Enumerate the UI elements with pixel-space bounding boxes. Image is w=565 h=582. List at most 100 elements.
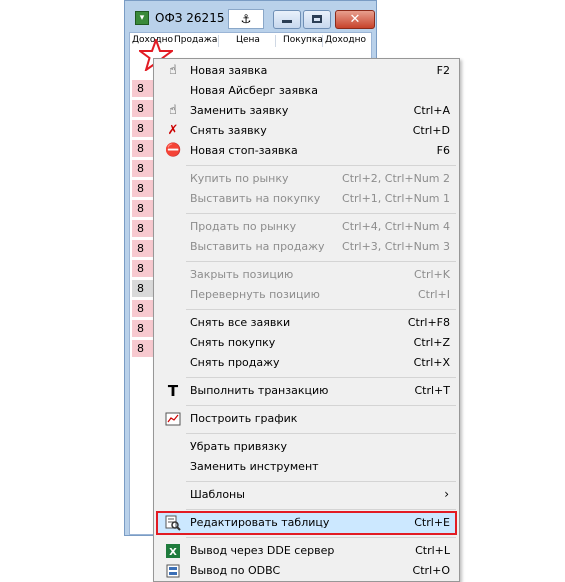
menu-item-templates[interactable]: Шаблоны › [156, 485, 457, 505]
table-row[interactable]: 8 [132, 120, 154, 138]
menu-item-shortcut: F2 [436, 64, 450, 77]
menu-item-label: Выставить на покупку [190, 192, 321, 205]
menu-item-label: Перевернуть позицию [190, 288, 320, 301]
menu-item-edit-table[interactable]: Редактировать таблицу Ctrl+E [156, 513, 457, 533]
menu-item-label: Редактировать таблицу [190, 516, 330, 529]
menu-separator [186, 377, 456, 378]
menu-item-shortcut: Ctrl+I [417, 288, 450, 301]
table-row[interactable]: 8 [132, 320, 154, 338]
table-row[interactable]: 8 [132, 300, 154, 318]
menu-item-label: Снять продажу [190, 356, 280, 369]
menu-item-shortcut: Ctrl+4, Ctrl+Num 4 [342, 220, 450, 233]
menu-item-cancel-all-orders[interactable]: Снять все заявки Ctrl+F8 [156, 313, 457, 333]
menu-separator [186, 213, 456, 214]
close-button[interactable]: ✕ [335, 10, 375, 29]
menu-item-label: Новая стоп-заявка [190, 144, 298, 157]
menu-item-shortcut: Ctrl+E [414, 516, 450, 529]
menu-separator [186, 405, 456, 406]
menu-separator [186, 261, 456, 262]
menu-item-shortcut: Ctrl+L [415, 544, 450, 557]
table-row[interactable]: 8 [132, 100, 154, 118]
menu-item-new-order[interactable]: ☝ Новая заявка F2 [156, 61, 457, 81]
anchor-icon: ⚓ [240, 12, 252, 26]
menu-item-place-sell[interactable]: Выставить на продажу Ctrl+3, Ctrl+Num 3 [156, 237, 457, 257]
transaction-t-icon: T [167, 382, 179, 400]
menu-item-shortcut: Ctrl+A [413, 104, 450, 117]
menu-item-new-iceberg-order[interactable]: Новая Айсберг заявка [156, 81, 457, 101]
menu-item-place-buy[interactable]: Выставить на покупку Ctrl+1, Ctrl+Num 1 [156, 189, 457, 209]
table-row[interactable]: 8 [132, 80, 154, 98]
menu-item-label: Построить график [190, 412, 298, 425]
menu-item-shortcut: Ctrl+X [413, 356, 450, 369]
stop-hand-icon: ⛔ [165, 143, 182, 158]
cancel-hand-icon: ✗ [167, 123, 179, 138]
menu-item-label: Заменить заявку [190, 104, 289, 117]
table-row[interactable]: 8 [132, 260, 154, 278]
menu-item-remove-link[interactable]: Убрать привязку [156, 437, 457, 457]
column-header-sell[interactable]: Продажа [174, 35, 217, 45]
menu-item-cancel-buy[interactable]: Снять покупку Ctrl+Z [156, 333, 457, 353]
menu-item-label: Продать по рынку [190, 220, 297, 233]
menu-item-shortcut: Ctrl+1, Ctrl+Num 1 [342, 192, 450, 205]
minimize-button[interactable] [273, 10, 301, 29]
table-row[interactable]: 8 [132, 200, 154, 218]
menu-item-sell-market[interactable]: Продать по рынку Ctrl+4, Ctrl+Num 4 [156, 217, 457, 237]
menu-item-shortcut: F6 [436, 144, 450, 157]
menu-item-build-chart[interactable]: Построить график [156, 409, 457, 429]
menu-item-shortcut: Ctrl+2, Ctrl+Num 2 [342, 172, 450, 185]
menu-item-dde-export[interactable]: X Вывод через DDE сервер Ctrl+L [156, 541, 457, 561]
table-row[interactable]: 8 [132, 180, 154, 198]
column-header-price[interactable]: Цена [236, 35, 260, 45]
menu-separator [186, 537, 456, 538]
menu-item-buy-market[interactable]: Купить по рынку Ctrl+2, Ctrl+Num 2 [156, 169, 457, 189]
table-row[interactable]: 8 [132, 220, 154, 238]
menu-item-label: Убрать привязку [190, 440, 288, 453]
menu-item-reverse-position[interactable]: Перевернуть позицию Ctrl+I [156, 285, 457, 305]
chart-icon [165, 412, 181, 426]
column-header-yield-ask[interactable]: Доходно [325, 35, 366, 45]
menu-item-shortcut: Ctrl+O [412, 564, 450, 577]
menu-item-shortcut: Ctrl+Z [413, 336, 450, 349]
maximize-icon [312, 15, 322, 23]
close-icon: ✕ [349, 12, 361, 27]
menu-item-label: Снять покупку [190, 336, 276, 349]
menu-item-shortcut: Ctrl+K [413, 268, 450, 281]
menu-item-replace-order[interactable]: ☝ Заменить заявку Ctrl+A [156, 101, 457, 121]
menu-item-execute-transaction[interactable]: T Выполнить транзакцию Ctrl+T [156, 381, 457, 401]
menu-item-close-position[interactable]: Закрыть позицию Ctrl+K [156, 265, 457, 285]
submenu-arrow-icon: › [444, 487, 449, 501]
table-row[interactable]: 8 [132, 340, 154, 358]
menu-separator [186, 433, 456, 434]
menu-item-label: Новая заявка [190, 64, 268, 77]
menu-item-replace-instrument[interactable]: Заменить инструмент [156, 457, 457, 477]
table-row-current[interactable]: 8 [132, 280, 154, 298]
menu-item-new-stop-order[interactable]: ⛔ Новая стоп-заявка F6 [156, 141, 457, 161]
column-separator [322, 35, 323, 47]
menu-item-cancel-sell[interactable]: Снять продажу Ctrl+X [156, 353, 457, 373]
menu-item-label: Вывод по ODBC [190, 564, 281, 577]
menu-separator [186, 309, 456, 310]
hand-icon: ☝ [169, 63, 177, 78]
menu-item-label: Снять заявку [190, 124, 267, 137]
minimize-icon [282, 20, 292, 23]
maximize-button[interactable] [303, 10, 331, 29]
menu-item-label: Выполнить транзакцию [190, 384, 329, 397]
anchor-button[interactable]: ⚓ [228, 9, 264, 29]
column-header-buy[interactable]: Покупка [283, 35, 323, 45]
menu-item-cancel-order[interactable]: ✗ Снять заявку Ctrl+D [156, 121, 457, 141]
menu-item-label: Снять все заявки [190, 316, 291, 329]
menu-item-label: Закрыть позицию [190, 268, 294, 281]
menu-item-label: Заменить инструмент [190, 460, 319, 473]
database-icon [166, 564, 180, 578]
table-row[interactable]: 8 [132, 160, 154, 178]
menu-item-label: Выставить на продажу [190, 240, 325, 253]
table-row[interactable]: 8 [132, 140, 154, 158]
menu-item-label: Вывод через DDE сервер [190, 544, 335, 557]
table-row[interactable]: 8 [132, 240, 154, 258]
menu-separator [186, 509, 456, 510]
menu-item-shortcut: Ctrl+D [412, 124, 450, 137]
menu-item-shortcut: Ctrl+F8 [407, 316, 450, 329]
menu-item-shortcut: Ctrl+3, Ctrl+Num 3 [342, 240, 450, 253]
column-separator [275, 35, 276, 47]
menu-item-odbc-export[interactable]: Вывод по ODBC Ctrl+O [156, 561, 457, 581]
